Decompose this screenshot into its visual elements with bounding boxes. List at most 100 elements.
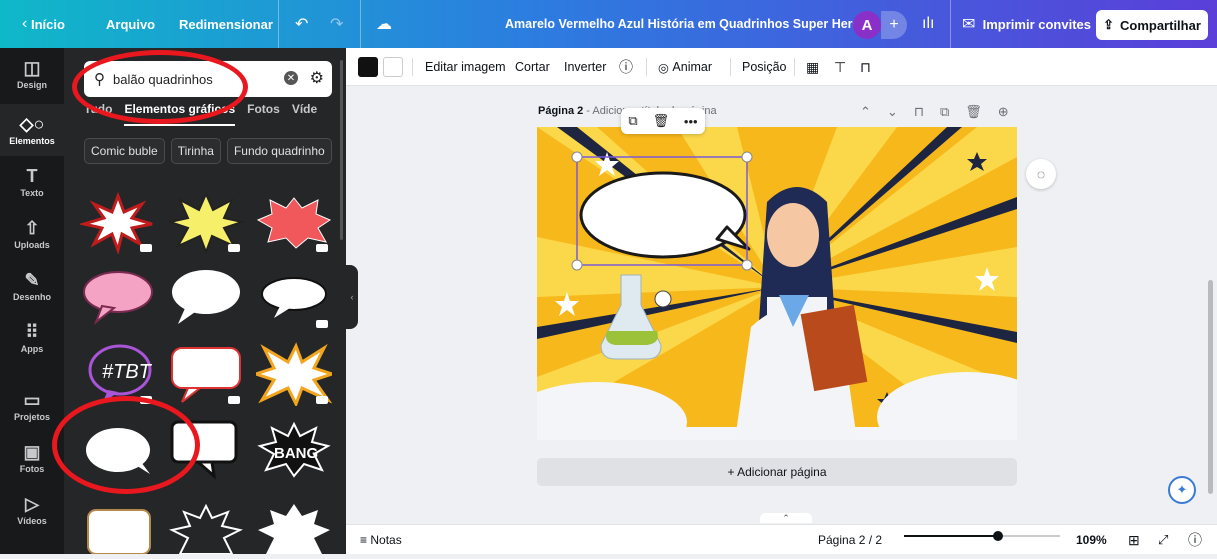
premium-crown-icon (316, 396, 328, 404)
color-swatch-primary[interactable] (358, 57, 378, 77)
transparency-icon[interactable]: ▦ (806, 48, 819, 86)
document-title[interactable]: Amarelo Vermelho Azul História em Quadri… (505, 0, 871, 48)
help-icon[interactable]: ⓘ (1188, 525, 1202, 555)
graphic-white-bubble[interactable] (168, 266, 244, 330)
comment-plus-icon: ◌ (1036, 166, 1046, 182)
rail-item-label: Fotos (19, 464, 45, 474)
fullscreen-icon[interactable]: ⤢ (1158, 525, 1168, 555)
graphic-white-burst[interactable] (256, 500, 332, 554)
rail-item-label: Apps (20, 344, 44, 354)
collapse-panel-button[interactable]: ‹ (346, 265, 358, 329)
add-page-button[interactable]: + Adicionar página (537, 458, 1017, 486)
info-icon[interactable]: ⓘ (619, 48, 633, 86)
redo-icon[interactable]: ↷ (330, 0, 343, 48)
share-label: Compartilhar (1120, 17, 1201, 33)
rail-item-uploads[interactable]: ⇧ Uploads (0, 208, 64, 260)
edit-image-button[interactable]: Editar imagem (425, 48, 506, 86)
animate-icon: ◎ (658, 60, 669, 75)
print-invites-button[interactable]: ✉ Imprimir convites (962, 0, 1091, 48)
share-button[interactable]: ⇪ Compartilhar (1096, 10, 1208, 40)
add-collaborator-icon[interactable]: + (881, 11, 907, 39)
filter-icon[interactable]: ⚙ (310, 68, 324, 88)
show-pages-toggle[interactable]: ⌃ (760, 513, 812, 523)
crop-button[interactable]: Cortar (515, 48, 550, 86)
analytics-icon[interactable]: ılı (922, 0, 934, 48)
duplicate-page-icon[interactable]: ⧉ (940, 104, 949, 120)
back-home-button[interactable]: ‹ Início (22, 0, 65, 48)
tab-videos[interactable]: Víde (292, 102, 317, 126)
photo-icon: ▣ (23, 442, 41, 462)
rail-item-design[interactable]: ◫ Design (0, 48, 64, 100)
divider (950, 0, 951, 48)
element-quick-menu: ⧉ 🗑 ••• (621, 108, 705, 134)
color-swatch-secondary[interactable] (383, 57, 403, 77)
design-page[interactable] (537, 127, 1017, 440)
canvas-vertical-scrollbar[interactable] (1208, 280, 1213, 494)
undo-icon[interactable]: ↶ (295, 0, 308, 48)
zoom-slider-handle[interactable] (992, 531, 1003, 541)
graphic-spiky-outline[interactable] (168, 500, 244, 555)
magic-assistant-button[interactable]: ✦ (1168, 476, 1196, 504)
rail-item-label: Uploads (14, 240, 50, 250)
rail-item-projects[interactable]: ▭ Projetos (0, 380, 64, 432)
zoom-value[interactable]: 109% (1076, 525, 1107, 555)
file-menu-button[interactable]: Arquivo (106, 0, 155, 48)
clear-search-icon[interactable]: ✕ (284, 71, 298, 85)
delete-page-icon[interactable]: 🗑 (965, 104, 982, 120)
tab-photos[interactable]: Fotos (247, 102, 280, 126)
notes-button[interactable]: ≡ Notas (360, 525, 402, 555)
position-button[interactable]: Posição (742, 48, 786, 86)
graphic-rect-bubble[interactable] (168, 342, 244, 406)
left-rail: ◫ Design ◇○ Elementos T Texto ⇧ Uploads ✎ Des… (0, 48, 64, 554)
graphic-oval-bubble[interactable] (256, 266, 332, 330)
add-comment-button[interactable]: ◌ (1026, 159, 1056, 189)
graphic-red-burst[interactable] (78, 190, 156, 256)
share-icon: ⇪ (1103, 17, 1114, 32)
graphic-explosion[interactable] (251, 342, 337, 408)
resize-button[interactable]: Redimensionar (179, 0, 273, 48)
rail-item-videos[interactable]: ▷ Vídeos (0, 484, 64, 536)
trash-icon[interactable]: 🗑 (653, 113, 670, 129)
graphic-yellow-burst[interactable] (166, 190, 246, 255)
page-controls: ⌃ ⌄ ⊓ ⧉ 🗑 ⊕ (860, 104, 1009, 120)
premium-crown-icon (140, 244, 152, 252)
paint-roller-icon[interactable]: ⊤ (834, 48, 846, 86)
folder-icon: ▭ (23, 390, 41, 410)
chevron-up-icon[interactable]: ⌃ (860, 104, 871, 120)
cloud-saved-icon[interactable]: ☁ (376, 0, 392, 48)
lock-page-icon[interactable]: ⊓ (914, 104, 924, 120)
lock-icon[interactable]: ⊓ (860, 48, 871, 86)
chip-strip[interactable]: Tirinha (170, 138, 221, 164)
avatar[interactable]: A (853, 11, 881, 39)
duplicate-icon[interactable]: ⧉ (628, 113, 637, 129)
rail-item-draw[interactable]: ✎ Desenho (0, 260, 64, 312)
sparkle-icon: ✦ (1176, 482, 1188, 497)
divider (794, 58, 795, 76)
divider (360, 0, 361, 48)
animate-button[interactable]: ◎ Animar (658, 48, 712, 86)
graphic-scroll-bubble[interactable] (80, 500, 156, 555)
premium-crown-icon (316, 244, 328, 252)
bubble-graphic (83, 271, 153, 325)
add-page-icon[interactable]: ⊕ (998, 104, 1009, 120)
notes-label: Notas (370, 533, 402, 547)
notes-icon: ≡ (360, 533, 368, 547)
panel-scrollbar[interactable] (340, 60, 343, 240)
chevron-down-icon[interactable]: ⌄ (887, 104, 898, 120)
bang-text: BANG (274, 445, 318, 462)
chip-comic-bubble[interactable]: Comic buble (84, 138, 165, 164)
suggestion-chips: Comic buble Tirinha Fundo quadrinho (84, 138, 332, 164)
flip-button[interactable]: Inverter (564, 48, 606, 86)
rail-item-label: Elementos (9, 136, 55, 146)
grid-view-icon[interactable]: ⊞ (1128, 525, 1140, 555)
graphic-pink-bubble[interactable] (80, 266, 156, 330)
more-options-icon[interactable]: ••• (684, 114, 698, 129)
rail-item-elements[interactable]: ◇○ Elementos (0, 104, 64, 156)
page-title-label: Página 2 (538, 105, 584, 117)
graphic-bang[interactable]: BANG (256, 418, 332, 482)
chip-comic-background[interactable]: Fundo quadrinho (226, 138, 332, 164)
page-indicator[interactable]: Página 2 / 2 (818, 525, 882, 555)
graphic-pink-burst[interactable] (256, 190, 332, 254)
rail-item-apps[interactable]: ⠿ Apps (0, 312, 64, 364)
rail-item-text[interactable]: T Texto (0, 156, 64, 208)
